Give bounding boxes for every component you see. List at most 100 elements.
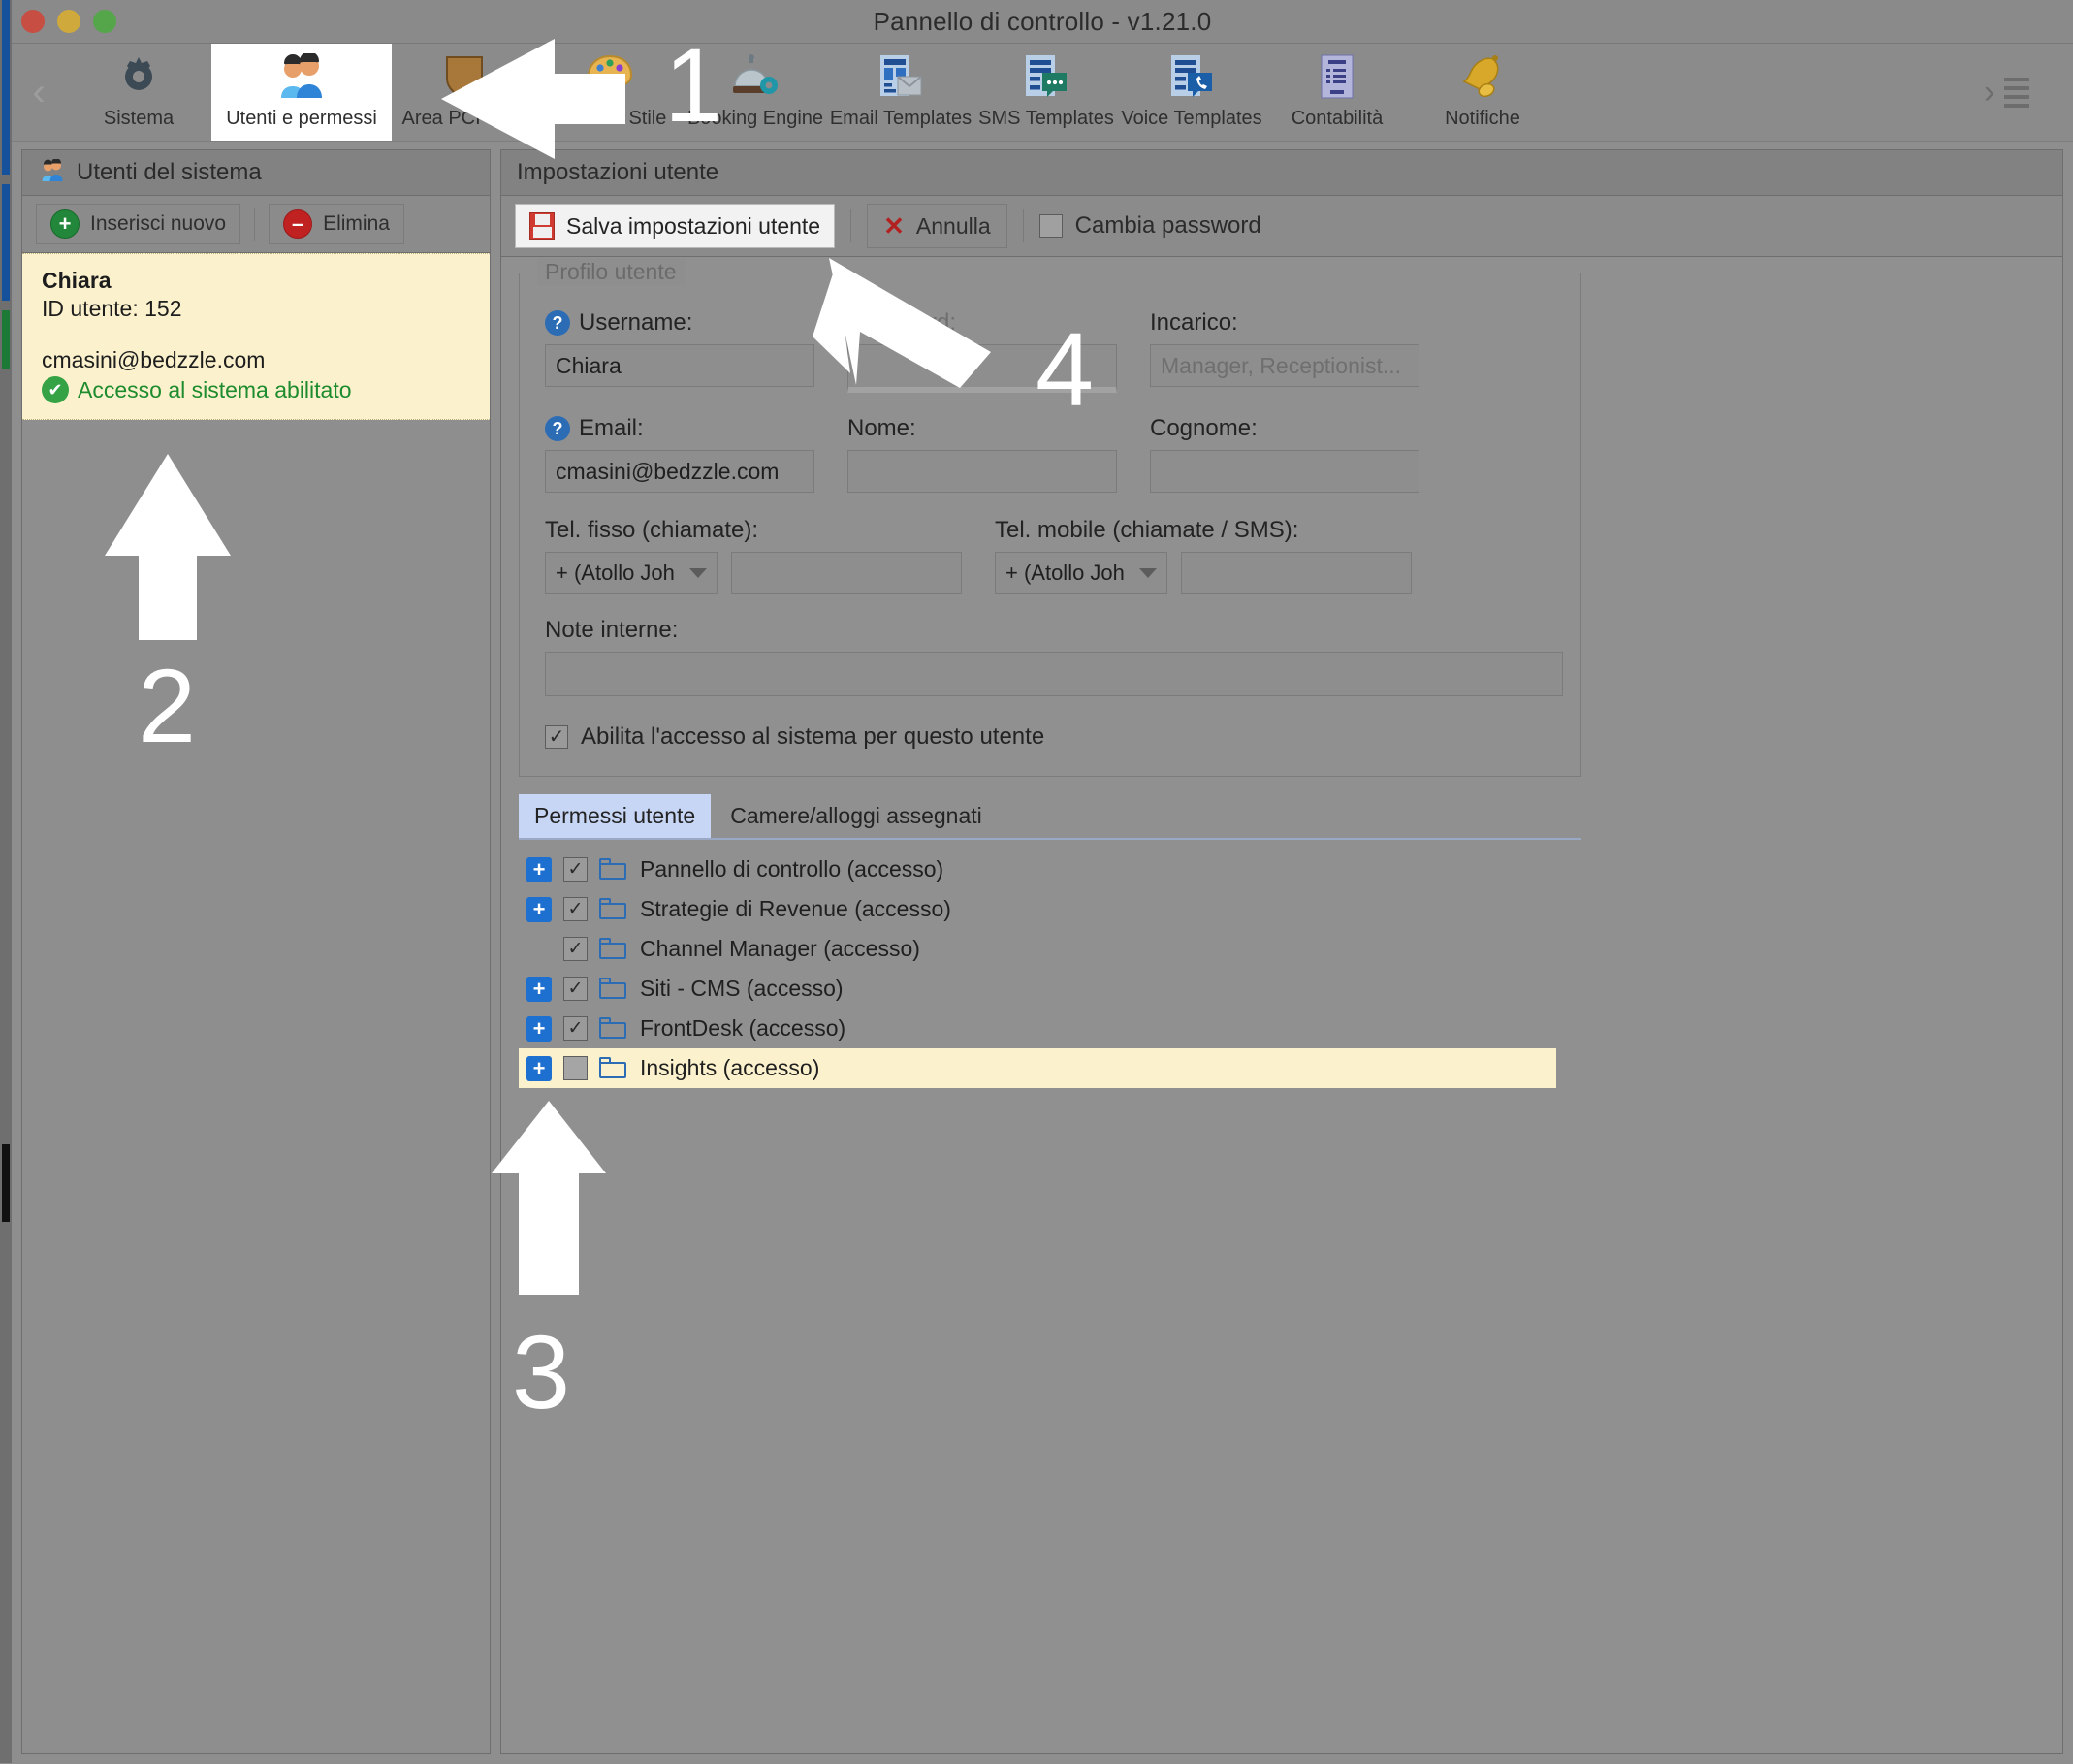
toolbar-back-button[interactable]: ‹ [12, 44, 66, 141]
expand-icon[interactable]: + [526, 856, 552, 882]
cognome-label: Cognome: [1150, 414, 1419, 443]
tab-label: Permessi utente [534, 803, 696, 828]
toolbar-item-label: Email Templates [829, 108, 973, 129]
permission-checkbox[interactable] [563, 1056, 588, 1080]
list-item[interactable]: Chiara ID utente: 152 cmasini@bedzzle.co… [22, 253, 490, 420]
tel-mobile-prefix-value: + (Atollo Joh [1005, 561, 1125, 585]
tel-fisso-label: Tel. fisso (chiamate): [545, 516, 962, 545]
save-button[interactable]: Salva impostazioni utente [515, 204, 836, 248]
expand-icon[interactable]: + [526, 1055, 552, 1081]
toolbar-item-area-pci-dss[interactable]: Area PCI-DSS [392, 44, 537, 141]
add-user-button[interactable]: + Inserisci nuovo [36, 204, 241, 244]
permission-checkbox[interactable]: ✓ [563, 857, 588, 882]
toolbar-item-label: SMS Templates [978, 108, 1114, 129]
help-icon[interactable]: ? [545, 310, 570, 336]
toolbar-right-controls: › [1978, 44, 2073, 141]
toolbar-item-sms-templates[interactable]: SMS Templates [973, 44, 1119, 141]
expand-icon[interactable]: + [526, 1015, 552, 1042]
permission-checkbox[interactable]: ✓ [563, 977, 588, 1001]
email-template-icon [878, 51, 923, 102]
tel-mobile-label-text: Tel. mobile (chiamate / SMS): [995, 517, 1299, 543]
cancel-button[interactable]: ✕ Annulla [867, 204, 1007, 248]
table-row[interactable]: + ✓ Strategie di Revenue (accesso) [519, 889, 2045, 929]
user-name: Chiara [42, 268, 112, 293]
profile-row-2: ? Email: cmasini@bedzzle.com Nome: Cogno… [545, 414, 1555, 493]
toolbar-item-sistema[interactable]: Sistema [66, 44, 211, 141]
table-row[interactable]: ✓ Channel Manager (accesso) [519, 929, 2045, 969]
folder-icon [599, 938, 628, 960]
hamburger-menu-icon[interactable] [2004, 77, 2030, 108]
email-input[interactable]: cmasini@bedzzle.com [545, 450, 814, 493]
delete-user-button[interactable]: – Elimina [269, 204, 404, 244]
change-password-checkbox[interactable]: Cambia password [1038, 212, 1261, 240]
window-title: Pannello di controllo - v1.21.0 [873, 7, 1212, 36]
expand-icon[interactable]: + [526, 976, 552, 1002]
tel-fisso-prefix-select[interactable]: + (Atollo Joh [545, 552, 718, 594]
tel-mobile-group: Tel. mobile (chiamate / SMS): + (Atollo … [995, 516, 1412, 594]
toolbar-item-contabilita[interactable]: Contabilità [1264, 44, 1410, 141]
toolbar-item-brand-e-stile[interactable]: Brand & Stile [537, 44, 683, 141]
desktop-strip-segment [2, 310, 10, 369]
toolbar-item-utenti-e-permessi[interactable]: Utenti e permessi [211, 44, 392, 141]
enable-access-checkbox[interactable]: ✓ Abilita l'accesso al sistema per quest… [545, 723, 1555, 751]
note-input[interactable] [545, 652, 1563, 696]
floppy-disk-icon [529, 212, 555, 240]
user-settings-content: Profilo utente ? Username: Chiara Passwo… [501, 257, 2062, 1753]
cognome-field-group: Cognome: [1150, 414, 1419, 493]
toolbar-separator [1022, 209, 1024, 242]
username-input[interactable]: Chiara [545, 344, 814, 387]
cognome-input[interactable] [1150, 450, 1419, 493]
table-row[interactable]: + ✓ Pannello di controllo (accesso) [519, 850, 2045, 889]
chevron-down-icon [1139, 568, 1157, 578]
permission-checkbox[interactable]: ✓ [563, 1016, 588, 1041]
password-label-text: Password: [847, 309, 957, 336]
red-x-icon: ✕ [883, 211, 905, 241]
permission-checkbox[interactable]: ✓ [563, 897, 588, 921]
window-titlebar: Pannello di controllo - v1.21.0 [12, 0, 2073, 44]
table-row[interactable]: + ✓ Siti - CMS (accesso) [519, 969, 2045, 1009]
permissions-tabs: Permessi utente Camere/alloggi assegnati [519, 794, 1581, 840]
tab-camere-alloggi-assegnati[interactable]: Camere/alloggi assegnati [715, 794, 998, 838]
voice-template-icon [1169, 51, 1214, 102]
permission-label: Pannello di controllo (accesso) [640, 856, 944, 882]
tab-permessi-utente[interactable]: Permessi utente [519, 794, 712, 838]
expand-icon[interactable]: + [526, 896, 552, 922]
delete-user-label: Elimina [323, 212, 390, 235]
folder-icon [599, 898, 628, 920]
table-row[interactable]: + ✓ FrontDesk (accesso) [519, 1009, 2045, 1048]
toolbar-item-notifiche[interactable]: Notifiche [1410, 44, 1555, 141]
email-label-text: Email: [579, 415, 644, 441]
permission-checkbox[interactable]: ✓ [563, 937, 588, 961]
profile-row-1: ? Username: Chiara Password: Incarico: M… [545, 308, 1555, 393]
table-row[interactable]: + Insights (accesso) [519, 1048, 1556, 1088]
chevron-right-icon[interactable]: › [1984, 74, 1994, 112]
toolbar-item-booking-engine[interactable]: Booking Engine [683, 44, 828, 141]
tel-mobile-input[interactable] [1181, 552, 1412, 594]
incarico-input[interactable]: Manager, Receptionist... [1150, 344, 1419, 387]
toolbar-items: Sistema Utenti e permessi Area PCI-DSS B… [66, 44, 1978, 141]
email-field-group: ? Email: cmasini@bedzzle.com [545, 414, 814, 493]
folder-icon [599, 1057, 628, 1079]
tel-fisso-input[interactable] [731, 552, 962, 594]
toolbar-item-voice-templates[interactable]: Voice Templates [1119, 44, 1264, 141]
nome-input[interactable] [847, 450, 1117, 493]
cognome-label-text: Cognome: [1150, 415, 1258, 441]
profile-fieldset: Profilo utente ? Username: Chiara Passwo… [519, 259, 1581, 777]
minus-circle-icon: – [283, 209, 313, 239]
chevron-left-icon: ‹ [32, 71, 46, 113]
username-field-group: ? Username: Chiara [545, 308, 814, 393]
profile-row-phones: Tel. fisso (chiamate): + (Atollo Joh Tel… [545, 516, 1555, 594]
toolbar-item-label: Brand & Stile [553, 108, 667, 129]
users-panel-title: Utenti del sistema [77, 159, 262, 185]
window-body: Utenti del sistema + Inserisci nuovo – E… [12, 142, 2073, 1764]
users-icon [275, 51, 328, 102]
folder-icon [599, 1017, 628, 1040]
toolbar-item-email-templates[interactable]: Email Templates [828, 44, 973, 141]
main-toolbar: ‹ Sistema Utenti e permessi Area PCI-DSS… [12, 44, 2073, 142]
toolbar-item-label: Area PCI-DSS [401, 108, 527, 129]
help-icon[interactable]: ? [545, 416, 570, 441]
tel-mobile-prefix-select[interactable]: + (Atollo Joh [995, 552, 1167, 594]
desktop-strip-segment [2, 0, 10, 175]
password-input[interactable] [847, 344, 1117, 393]
incarico-field-group: Incarico: Manager, Receptionist... [1150, 308, 1419, 393]
